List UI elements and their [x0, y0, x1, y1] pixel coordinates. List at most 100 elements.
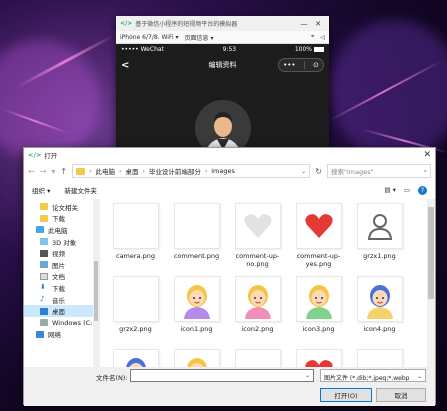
device-select[interactable]: iPhone 6/7/8. WiFi ▾	[120, 34, 179, 41]
up-folder-icon[interactable]: ↑	[60, 167, 67, 176]
sidebar-item[interactable]: ♪ 音乐	[24, 294, 99, 306]
sidebar-item-label: 文档	[52, 273, 65, 282]
heart-icon	[295, 349, 342, 367]
file-name: icon3.png	[302, 325, 335, 333]
sidebar-item-label: 图片	[52, 261, 65, 270]
file-name: icon1.png	[180, 325, 213, 333]
phone-screen: ••••• WeChat 9:53 100% < 编辑资料 ••• ⊙	[116, 44, 329, 156]
search-input[interactable]: 搜索"images" ⌕	[327, 164, 431, 178]
close-window-button[interactable]: ✕	[311, 20, 325, 28]
music-icon: ♪	[40, 295, 45, 304]
address-dropdown-icon[interactable]: ⌄	[301, 167, 306, 175]
cancel-button[interactable]: 取消	[376, 388, 426, 402]
folder-icon	[76, 167, 86, 175]
new-folder-button[interactable]: 新建文件夹	[64, 185, 97, 195]
file-item[interactable]	[166, 349, 227, 367]
sidebar-item-label: 此电脑	[48, 226, 68, 235]
close-mini-program-icon[interactable]: ⊙	[313, 61, 319, 69]
sidebar-item[interactable]: 此电脑	[24, 224, 99, 236]
forward-icon[interactable]: →	[40, 167, 47, 176]
phone-status-bar: ••••• WeChat 9:53 100%	[116, 44, 329, 54]
open-button[interactable]: 打开(O)	[320, 388, 372, 402]
file-item[interactable]: comment-up-yes.png	[288, 203, 349, 271]
sidebar-item[interactable]: Windows (C:)	[24, 317, 99, 329]
file-name: comment.png	[173, 252, 220, 260]
sidebar-item[interactable]: ⬇ 下载	[24, 282, 99, 294]
back-icon[interactable]: ←	[28, 167, 35, 176]
sidebar-item[interactable]: 文档	[24, 271, 99, 283]
heart-icon	[234, 203, 281, 249]
sidebar-item-label: Windows (C:)	[52, 318, 95, 327]
file-item[interactable]: icon4.png	[349, 276, 410, 344]
dialog-title-bar: </> 打开 ✕	[24, 148, 435, 161]
refresh-icon[interactable]: ↻	[315, 167, 322, 176]
preview-pane-icon[interactable]: ▭	[404, 186, 410, 194]
sidebar-item[interactable]: 视频	[24, 247, 99, 259]
sidebar-item[interactable]: 论文相关	[24, 201, 99, 213]
breadcrumb-this-pc[interactable]: 此电脑	[96, 166, 116, 176]
filename-dropdown-icon[interactable]: ⌄	[305, 372, 310, 379]
simulator-toolbar: iPhone 6/7/8. WiFi ▾ 页面信息 ▾ ⌖ ◁	[116, 31, 329, 44]
download-icon: ⬇	[40, 283, 46, 292]
recent-locations-icon[interactable]: ▾	[51, 167, 55, 176]
file-item[interactable]: icon1.png	[166, 276, 227, 344]
close-dialog-icon[interactable]: ✕	[423, 150, 431, 160]
mute-icon[interactable]: ◁	[320, 34, 325, 41]
breadcrumb-images[interactable]: images	[211, 167, 235, 175]
wechat-devtools-icon: </>	[28, 150, 42, 159]
picture-icon	[40, 261, 48, 269]
signal-carrier: ••••• WeChat	[121, 45, 164, 53]
folder-icon	[40, 203, 48, 211]
file-list-scrollbar[interactable]	[427, 199, 435, 367]
organize-button[interactable]: 组织 ▾	[32, 185, 50, 195]
navigation-scrollbar[interactable]	[93, 199, 99, 367]
filename-input[interactable]: ⌄	[130, 369, 314, 382]
search-icon: ⌕	[423, 166, 427, 175]
dialog-title: 打开	[44, 151, 58, 160]
image-thumbnail	[356, 349, 403, 367]
file-item[interactable]: grzx1.png	[349, 203, 410, 271]
file-item[interactable]: icon2.png	[227, 276, 288, 344]
sidebar-item[interactable]: 3D 对象	[24, 236, 99, 248]
sidebar-item-label: 3D 对象	[52, 238, 77, 247]
desktop-icon	[40, 307, 48, 315]
computer-icon	[36, 226, 44, 234]
open-file-dialog: </> 打开 ✕ ← → ▾ ↑ › 此电脑 › 桌面 › 毕业设计前端部分 ›…	[23, 147, 436, 406]
simulator-window: </> 基于微信小程序的短视频平台的模拟器 — ✕ iPhone 6/7/8. …	[116, 16, 329, 156]
file-item[interactable]	[349, 349, 410, 367]
page-info-dropdown[interactable]: 页面信息 ▾	[185, 33, 214, 42]
breadcrumb-desktop[interactable]: 桌面	[125, 166, 138, 176]
view-options-icon[interactable]: ▤ ▾	[384, 186, 395, 194]
sidebar-item[interactable]: 图片	[24, 259, 99, 271]
file-item[interactable]	[105, 349, 166, 367]
minimize-button[interactable]: —	[297, 20, 311, 28]
video-icon	[40, 249, 48, 257]
help-icon[interactable]: ?	[418, 185, 427, 195]
breadcrumb-project[interactable]: 毕业设计前端部分	[149, 166, 201, 176]
address-bar-row: ← → ▾ ↑ › 此电脑 › 桌面 › 毕业设计前端部分 › images ⌄…	[24, 161, 435, 181]
simulator-title: 基于微信小程序的短视频平台的模拟器	[135, 21, 238, 28]
sidebar-item[interactable]: 下载	[24, 213, 99, 225]
file-item[interactable]: comment.png	[166, 203, 227, 271]
sidebar-item[interactable]: 网络	[24, 329, 99, 341]
file-item[interactable]: grzx2.png	[105, 276, 166, 344]
command-bar: 组织 ▾ 新建文件夹 ▤ ▾ ▭ ?	[24, 181, 435, 199]
sidebar-item[interactable]: 桌面	[24, 305, 99, 317]
menu-capsule: ••• ⊙	[278, 58, 324, 72]
3d-icon	[40, 238, 48, 246]
file-item[interactable]: icon3.png	[288, 276, 349, 344]
sidebar-item-label: 论文相关	[52, 203, 78, 212]
file-item[interactable]: comment-up-no.png	[227, 203, 288, 271]
pin-icon[interactable]: ⌖	[311, 33, 314, 41]
file-name: icon4.png	[363, 325, 396, 333]
address-bar[interactable]: › 此电脑 › 桌面 › 毕业设计前端部分 › images ⌄	[72, 164, 311, 178]
folder-icon	[40, 214, 48, 222]
avatar-thumbnail	[112, 349, 159, 367]
file-item[interactable]: camera.png	[105, 203, 166, 271]
file-type-select[interactable]: 图片文件 (*.dib;*.jpeg;*.webp ⌄	[320, 369, 426, 382]
more-icon[interactable]: •••	[283, 61, 295, 69]
avatar-thumbnail	[234, 276, 281, 322]
file-item[interactable]	[288, 349, 349, 367]
image-thumbnail	[234, 349, 281, 367]
file-item[interactable]	[227, 349, 288, 367]
